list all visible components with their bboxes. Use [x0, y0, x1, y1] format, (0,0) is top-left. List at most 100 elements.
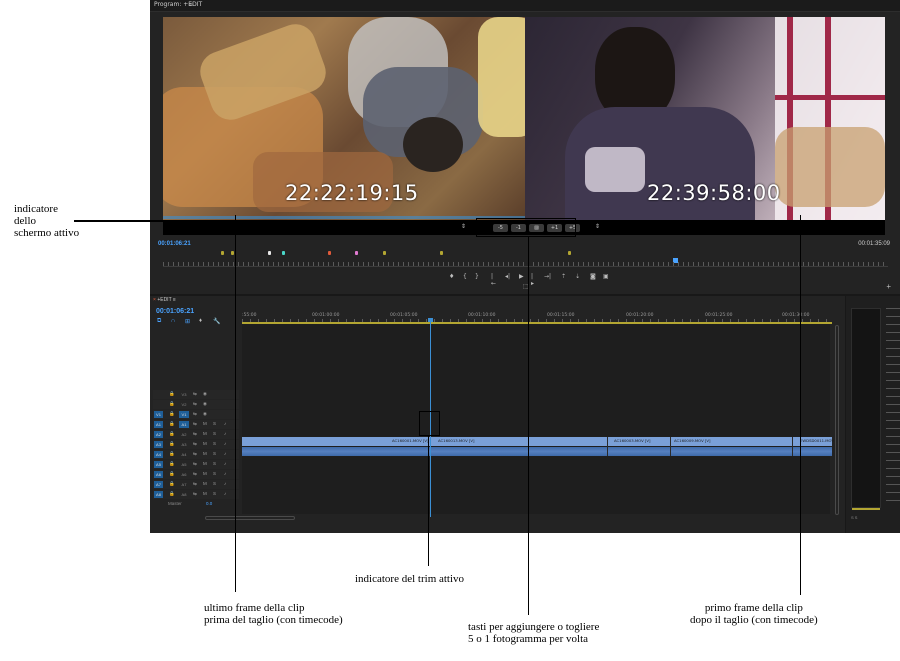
nest-icon[interactable]: ⧉ [157, 318, 161, 325]
sync-icon[interactable]: ⇆ [193, 431, 197, 437]
track-target[interactable]: A4 [179, 451, 189, 458]
mute-icon[interactable]: M [203, 451, 207, 456]
close-icon[interactable]: × [153, 297, 156, 303]
solo-icon[interactable]: S [213, 431, 216, 436]
source-patch[interactable]: A3 [154, 441, 163, 448]
track-target[interactable]: A3 [179, 441, 189, 448]
solo-icon[interactable]: S [213, 491, 216, 496]
eye-icon[interactable]: ◉ [203, 391, 207, 397]
add-marker-icon[interactable]: ♦ [449, 273, 454, 280]
sync-icon[interactable]: ⇆ [193, 461, 197, 467]
linked-selection-icon[interactable]: ⊞ [185, 318, 190, 325]
mic-icon[interactable]: ♪ [224, 441, 226, 446]
source-patch[interactable]: A6 [154, 471, 163, 478]
source-patch[interactable]: A8 [154, 491, 163, 498]
marker[interactable] [231, 251, 234, 255]
program-monitor-tab[interactable]: Program: +EDIT ≡ [150, 0, 900, 12]
incoming-clip-frame[interactable]: 22:39:58:00 [525, 17, 885, 220]
lock-icon[interactable]: 🔒 [169, 471, 175, 477]
track-header-v2[interactable]: V2 🔒 ⇆ ◉ [153, 400, 239, 409]
solo-icon[interactable]: S [213, 451, 216, 456]
mute-icon[interactable]: M [203, 421, 207, 426]
source-patch[interactable] [154, 401, 163, 408]
outgoing-clip-frame[interactable]: 22:22:19:15 [163, 17, 525, 220]
add-marker-icon[interactable]: ♦ [199, 318, 202, 324]
track-target[interactable]: V2 [179, 401, 189, 408]
track-target[interactable]: V1 [179, 411, 189, 418]
marker[interactable] [282, 251, 285, 255]
go-to-in-icon[interactable]: |← [491, 273, 496, 287]
eye-icon[interactable]: ◉ [203, 411, 207, 417]
track-target[interactable]: A2 [179, 431, 189, 438]
mute-icon[interactable]: M [203, 481, 207, 486]
marker[interactable] [328, 251, 331, 255]
step-forward-icon[interactable]: |▸ [531, 273, 534, 287]
source-patch[interactable]: A4 [154, 451, 163, 458]
sync-icon[interactable]: ⇆ [193, 441, 197, 447]
track-target[interactable]: A6 [179, 471, 189, 478]
sync-icon[interactable]: ⇆ [193, 471, 197, 477]
edit-point[interactable] [670, 437, 671, 456]
track-target[interactable]: A1 [179, 421, 189, 428]
track-header-a3[interactable]: A3 A3 🔒 ⇆ M S ♪ [153, 440, 239, 449]
video-clips-v1[interactable]: AC160001.MOV [V] AC160013.MOV [V] AC1600… [242, 437, 834, 446]
lock-icon[interactable]: 🔒 [169, 481, 175, 487]
marker[interactable] [268, 251, 271, 255]
mic-icon[interactable]: ♪ [224, 451, 226, 456]
mute-icon[interactable]: M [203, 441, 207, 446]
track-header-a2[interactable]: A2 A2 🔒 ⇆ M S ♪ [153, 430, 239, 439]
source-patch[interactable] [154, 391, 163, 398]
edit-point[interactable] [607, 437, 608, 456]
lock-icon[interactable]: 🔒 [169, 461, 175, 467]
track-header-a7[interactable]: A7 A7 🔒 ⇆ M S ♪ [153, 480, 239, 489]
solo-icon[interactable]: S [213, 481, 216, 486]
marker[interactable] [383, 251, 386, 255]
lock-icon[interactable]: 🔒 [169, 431, 175, 437]
sync-icon[interactable]: ⇆ [193, 421, 197, 427]
lock-icon[interactable]: 🔒 [169, 441, 175, 447]
sync-icon[interactable]: ⇆ [193, 451, 197, 457]
snap-icon[interactable]: ∩ [171, 318, 175, 324]
mute-icon[interactable]: M [203, 471, 207, 476]
track-header-a8[interactable]: A8 A8 🔒 ⇆ M S ♪ [153, 490, 239, 499]
track-header-v3[interactable]: V3 🔒 ⇆ ◉ [153, 390, 239, 399]
marker[interactable] [440, 251, 443, 255]
lock-icon[interactable]: 🔒 [169, 401, 175, 407]
comparison-view-icon[interactable]: ▣ [603, 273, 609, 280]
track-header-v1[interactable]: V1 V1 🔒 ⇆ ◉ [153, 410, 239, 419]
marker[interactable] [355, 251, 358, 255]
mute-icon[interactable]: M [203, 461, 207, 466]
source-patch[interactable]: A2 [154, 431, 163, 438]
lock-icon[interactable]: 🔒 [169, 411, 175, 417]
lock-icon[interactable]: 🔒 [169, 421, 175, 427]
solo-buttons[interactable]: S S [851, 515, 857, 520]
add-button-icon[interactable]: + [886, 282, 891, 291]
go-to-out-icon[interactable]: →| [544, 273, 551, 280]
sequence-current-timecode[interactable]: 00:01:06:21 [156, 308, 194, 315]
track-target[interactable]: A8 [179, 491, 189, 498]
sync-icon[interactable]: ⇆ [193, 391, 197, 397]
sync-icon[interactable]: ⇆ [193, 491, 197, 497]
lock-icon[interactable]: 🔒 [169, 491, 175, 497]
trim-right-arrow-icon[interactable]: ⇕ [595, 223, 600, 230]
track-target[interactable]: A5 [179, 461, 189, 468]
source-patch[interactable]: A5 [154, 461, 163, 468]
mic-icon[interactable]: ♪ [224, 471, 226, 476]
mark-out-icon[interactable]: } [475, 273, 479, 280]
panel-menu-icon[interactable]: ≡ [188, 1, 193, 8]
play-icon[interactable]: ▶ [519, 273, 524, 280]
sequence-playhead[interactable] [428, 318, 433, 322]
export-frame-icon[interactable]: ◙ [590, 273, 596, 280]
mic-icon[interactable]: ♪ [224, 431, 226, 436]
step-back-icon[interactable]: ◂| [505, 273, 510, 280]
mute-icon[interactable]: M [203, 491, 207, 496]
trim-left-arrow-icon[interactable]: ⇕ [461, 223, 466, 230]
extract-icon[interactable]: ⇣ [575, 273, 580, 280]
horizontal-scrollbar[interactable] [205, 516, 295, 520]
sync-icon[interactable]: ⇆ [193, 411, 197, 417]
source-patch[interactable]: A7 [154, 481, 163, 488]
track-header-a4[interactable]: A4 A4 🔒 ⇆ M S ♪ [153, 450, 239, 459]
wrench-icon[interactable]: 🔧 [213, 318, 220, 325]
track-header-a6[interactable]: A6 A6 🔒 ⇆ M S ♪ [153, 470, 239, 479]
track-target[interactable]: A7 [179, 481, 189, 488]
